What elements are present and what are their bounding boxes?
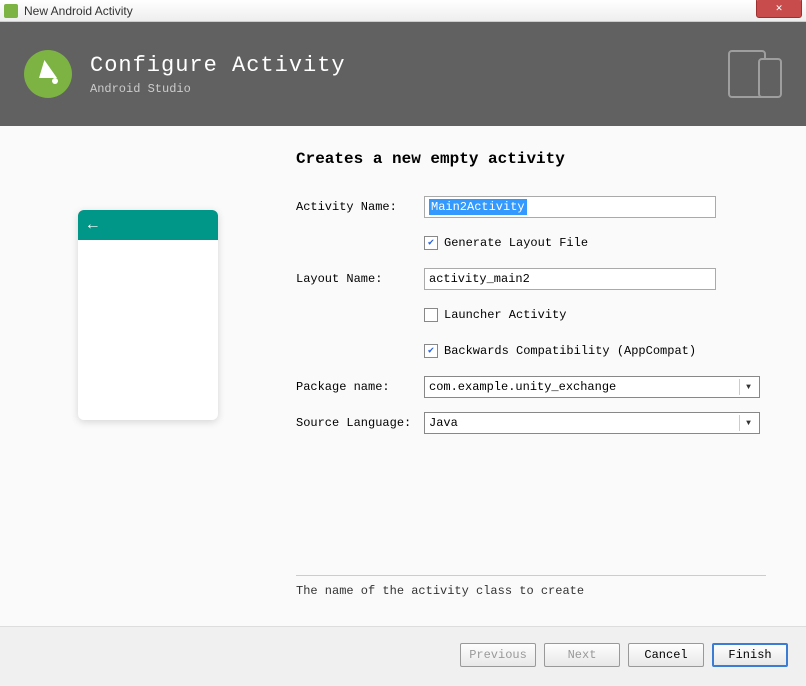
dialog-header: Configure Activity Android Studio — [0, 22, 806, 126]
hint-text: The name of the activity class to create — [296, 584, 766, 610]
source-language-label: Source Language: — [296, 416, 424, 430]
android-studio-logo-icon — [24, 50, 72, 98]
dialog-footer: Previous Next Cancel Finish — [0, 626, 806, 682]
app-icon — [4, 4, 18, 18]
activity-name-label: Activity Name: — [296, 200, 424, 214]
cancel-button[interactable]: Cancel — [628, 643, 704, 667]
preview-pane: ← — [0, 126, 296, 626]
header-title: Configure Activity — [90, 53, 728, 78]
main-content: ← Creates a new empty activity Activity … — [0, 126, 806, 626]
window-title: New Android Activity — [24, 4, 802, 18]
window-titlebar: New Android Activity ✕ — [0, 0, 806, 22]
package-name-combo[interactable]: com.example.unity_exchange ▼ — [424, 376, 760, 398]
next-button[interactable]: Next — [544, 643, 620, 667]
source-language-combo[interactable]: Java ▼ — [424, 412, 760, 434]
launcher-activity-checkbox[interactable] — [424, 308, 438, 322]
dropdown-arrow-icon[interactable]: ▼ — [739, 379, 757, 395]
layout-name-input[interactable] — [424, 268, 716, 290]
package-name-label: Package name: — [296, 380, 424, 394]
activity-preview: ← — [78, 210, 218, 420]
form-heading: Creates a new empty activity — [296, 150, 766, 168]
generate-layout-checkbox[interactable] — [424, 236, 438, 250]
back-arrow-icon: ← — [88, 216, 98, 234]
close-button[interactable]: ✕ — [756, 0, 802, 18]
preview-appbar: ← — [78, 210, 218, 240]
layout-name-label: Layout Name: — [296, 272, 424, 286]
backwards-compat-checkbox[interactable] — [424, 344, 438, 358]
generate-layout-label: Generate Layout File — [444, 236, 588, 250]
dropdown-arrow-icon[interactable]: ▼ — [739, 415, 757, 431]
hint-divider — [296, 575, 766, 576]
previous-button[interactable]: Previous — [460, 643, 536, 667]
devices-icon — [728, 50, 782, 98]
form-pane: Creates a new empty activity Activity Na… — [296, 126, 806, 626]
backwards-compat-label: Backwards Compatibility (AppCompat) — [444, 344, 696, 358]
header-subtitle: Android Studio — [90, 82, 728, 96]
finish-button[interactable]: Finish — [712, 643, 788, 667]
activity-name-input[interactable]: Main2Activity — [424, 196, 716, 218]
launcher-activity-label: Launcher Activity — [444, 308, 566, 322]
